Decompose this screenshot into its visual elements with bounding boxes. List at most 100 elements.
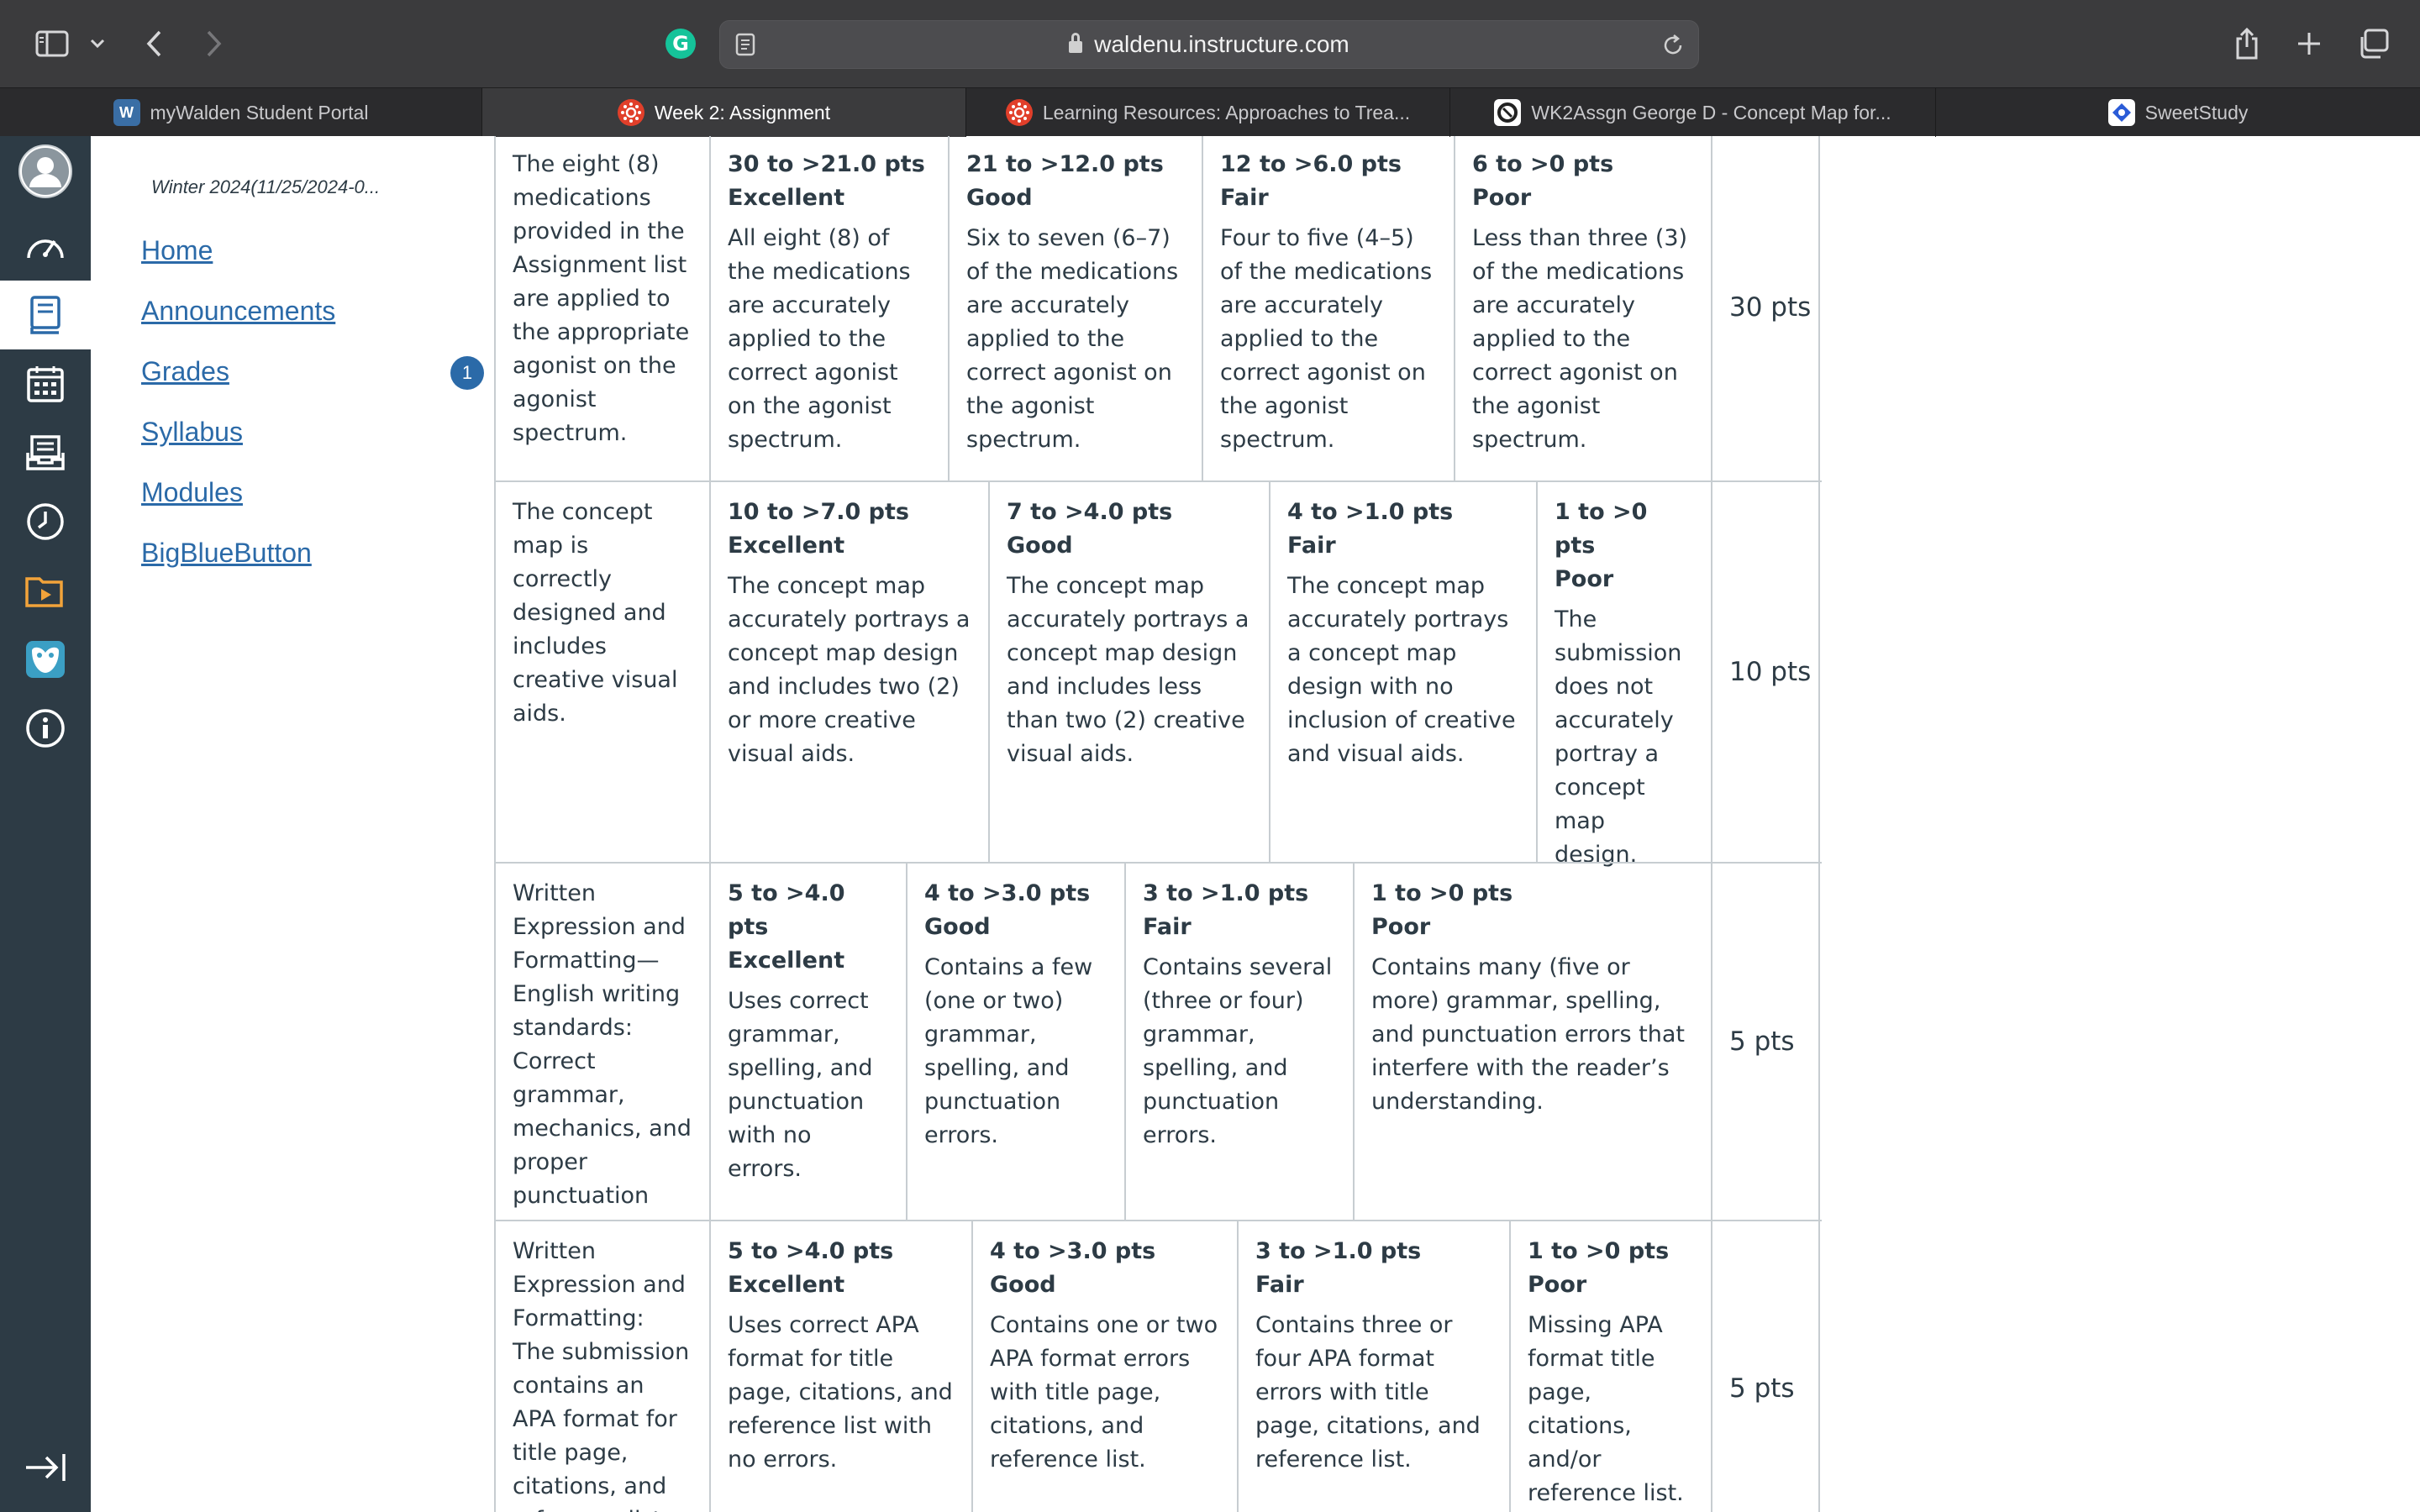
studio-folder-icon[interactable] [0,556,91,625]
owl-app-icon[interactable] [0,625,91,694]
tab-wk2assgn[interactable]: WK2Assgn George D - Concept Map for... [1450,88,1936,137]
share-icon[interactable] [2232,24,2262,64]
points-text: 5 pts [1729,1026,1795,1057]
tab-label: Week 2: Assignment [654,101,831,123]
rubric-row: The concept map is correctly designed an… [494,480,1822,868]
rating-description: Contains several (three or four) grammar… [1143,954,1333,1148]
sidebar-toggle-icon[interactable] [32,24,72,64]
rating-range: 1 to >0 pts [1555,499,1648,559]
global-nav [0,136,91,1512]
forward-icon[interactable] [202,24,227,64]
rating-cell: 5 to >4.0 pts Excellent Uses correct gra… [709,864,906,1220]
tab-mywalden[interactable]: W myWalden Student Portal [0,88,482,137]
tab-label: WK2Assgn George D - Concept Map for... [1531,101,1891,123]
rating-range: 10 to >7.0 pts [728,499,909,525]
tab-label: Learning Resources: Approaches to Trea..… [1042,101,1411,123]
criterion-text: The concept map is correctly designed an… [513,499,678,727]
courses-icon[interactable] [0,281,91,349]
account-avatar-icon[interactable] [0,136,91,207]
course-nav-announcements[interactable]: Announcements [141,296,335,327]
rubric-table: The eight (8) medications provided in th… [494,136,1822,1512]
rating-range: 3 to >1.0 pts [1255,1238,1422,1264]
rating-range: 5 to >4.0 pts [728,1238,894,1264]
rating-cell: 3 to >1.0 pts Fair Contains three or fou… [1237,1221,1509,1512]
points-text: 5 pts [1729,1373,1795,1404]
rating-cell: 5 to >4.0 pts Excellent Uses correct APA… [709,1221,971,1512]
rating-cell: 12 to >6.0 pts Fair Four to five (4–5) o… [1202,136,1454,480]
criterion-points: 5 pts [1711,1221,1820,1512]
criterion-text: Written Expression and Formatting—Englis… [513,880,692,1209]
rating-cell: 4 to >3.0 pts Good Contains one or two A… [971,1221,1237,1512]
rating-label: Fair [1287,533,1336,559]
rating-label: Good [1007,533,1073,559]
rating-range: 12 to >6.0 pts [1220,151,1402,177]
rating-label: Poor [1555,566,1614,592]
history-clock-icon[interactable] [0,487,91,556]
rating-description: Missing APA format title page, citations… [1528,1312,1684,1506]
walden-w-icon: W [113,99,140,126]
chevron-down-icon[interactable] [87,24,108,64]
rating-description: The concept map accurately portrays a co… [1007,573,1249,767]
collapse-nav-icon[interactable] [0,1433,91,1502]
grammarly-icon[interactable]: G [664,24,697,64]
rating-range: 6 to >0 pts [1472,151,1614,177]
url-text[interactable]: waldenu.instructure.com [1094,31,1349,58]
help-info-icon[interactable] [0,694,91,763]
rating-description: Six to seven (6–7) of the medications ar… [966,225,1179,453]
rating-cell: 6 to >0 pts Poor Less than three (3) of … [1454,136,1711,480]
course-term: Winter 2024(11/25/2024-0... [151,176,381,197]
rating-label: Fair [1255,1272,1304,1298]
address-bar[interactable]: waldenu.instructure.com [719,20,1699,69]
points-text: 10 pts [1729,657,1812,687]
tab-learning-resources[interactable]: Learning Resources: Approaches to Trea..… [966,88,1450,137]
criterion-description: Written Expression and Formatting: The s… [494,1221,709,1512]
criterion-text: Written Expression and Formatting: The s… [513,1238,690,1512]
course-nav-home[interactable]: Home [141,235,213,266]
rating-range: 1 to >0 pts [1528,1238,1670,1264]
calendar-icon[interactable] [0,349,91,418]
rating-cell: 1 to >0 pts Poor The submission does not… [1536,482,1711,868]
rating-label: Poor [1371,914,1431,940]
canvas-icon [617,99,644,126]
rubric-row: The eight (8) medications provided in th… [494,136,1822,480]
new-tab-icon[interactable] [2294,24,2324,64]
reload-icon[interactable] [1661,33,1685,61]
inbox-icon[interactable] [0,418,91,487]
rating-description: Four to five (4–5) of the medications ar… [1220,225,1433,453]
course-nav-bigbluebutton[interactable]: BigBlueButton [141,538,312,569]
criterion-points: 30 pts [1711,136,1820,480]
rating-description: Contains three or four APA format errors… [1255,1312,1481,1473]
lock-icon [1069,33,1083,53]
canvas-icon [1005,99,1033,126]
doc-icon [1494,99,1522,126]
rating-label: Poor [1472,185,1532,211]
back-icon[interactable] [141,24,166,64]
criterion-description: The eight (8) medications provided in th… [494,136,709,480]
rating-description: The submission does not accurately portr… [1555,606,1682,868]
rating-range: 7 to >4.0 pts [1007,499,1173,525]
rating-cell: 7 to >4.0 pts Good The concept map accur… [988,482,1269,862]
tab-overview-icon[interactable] [2356,24,2390,64]
browser-toolbar: G waldenu.instructure.com [0,0,2420,87]
rating-description: Uses correct APA format for title page, … [728,1312,953,1473]
rating-label: Fair [1220,185,1269,211]
rating-label: Excellent [728,948,845,974]
tab-week2-assignment[interactable]: Week 2: Assignment [482,88,966,137]
tab-strip: W myWalden Student Portal Week 2: Assign… [0,87,2420,137]
rating-label: Good [966,185,1033,211]
rating-description: The concept map accurately portrays a co… [728,573,971,767]
course-nav: Winter 2024(11/25/2024-0... Home Announc… [91,136,494,1512]
rating-cell: 30 to >21.0 pts Excellent All eight (8) … [709,136,948,480]
rating-description: Contains one or two APA format errors wi… [990,1312,1218,1473]
dashboard-icon[interactable] [0,212,91,281]
tab-label: myWalden Student Portal [150,101,369,123]
rating-label: Excellent [728,533,845,559]
points-text: 30 pts [1729,292,1812,323]
criterion-description: Written Expression and Formatting—Englis… [494,864,709,1220]
course-nav-modules[interactable]: Modules [141,477,243,508]
course-nav-syllabus[interactable]: Syllabus [141,417,243,448]
tab-sweetstudy[interactable]: SweetStudy [1936,88,2420,137]
rating-range: 5 to >4.0 pts [728,880,845,940]
rating-description: The concept map accurately portrays a co… [1287,573,1516,767]
course-nav-grades[interactable]: Grades [141,356,229,387]
